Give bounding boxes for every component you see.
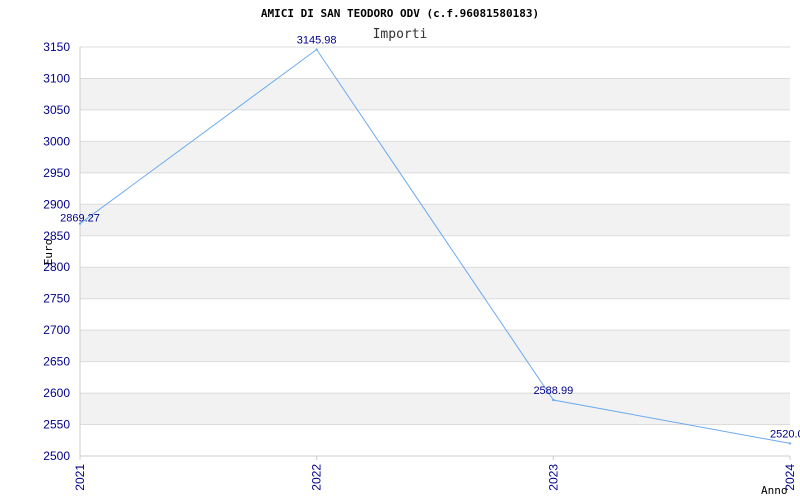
- data-label: 2869.27: [60, 213, 100, 225]
- y-tick-label: 3000: [43, 134, 70, 148]
- data-point: [552, 398, 555, 402]
- y-tick-label: 3100: [43, 71, 70, 85]
- data-point: [788, 442, 792, 445]
- grid-band: [80, 267, 790, 299]
- x-tick-label: 2023: [546, 464, 560, 491]
- x-tick-labels: 2021 2022 2023 2024: [73, 464, 797, 491]
- y-tick-label: 2750: [43, 292, 70, 306]
- data-point: [315, 48, 318, 51]
- line-chart: 2500255026002650270027502800285029002950…: [42, 7, 800, 497]
- x-tick-label: 2021: [73, 464, 87, 491]
- y-tick-label: 2650: [43, 355, 70, 369]
- grid-band: [80, 78, 790, 110]
- y-tick-label: 2900: [43, 197, 70, 211]
- y-tick-label: 2600: [43, 386, 70, 400]
- x-axis-label: Anno: [761, 484, 788, 497]
- x-tick-label: 2022: [310, 464, 324, 491]
- y-tick-label: 2700: [43, 323, 70, 337]
- y-axis-label: Euro: [42, 239, 55, 266]
- y-tick-label: 3150: [43, 40, 70, 54]
- grid-band: [80, 330, 790, 362]
- grid-band: [80, 393, 790, 425]
- grid-band: [80, 204, 790, 236]
- y-tick-label: 2950: [43, 166, 70, 180]
- y-tick-label: 2550: [43, 418, 70, 432]
- chart-title: AMICI DI SAN TEODORO ODV (c.f.9608158018…: [261, 7, 539, 20]
- y-tick-label: 3050: [43, 103, 70, 117]
- y-tick-label: 2500: [43, 449, 70, 463]
- grid-bands: [80, 78, 790, 425]
- chart-subtitle: Importi: [373, 27, 428, 42]
- grid-band: [80, 141, 790, 173]
- data-label: 2588.99: [533, 385, 573, 397]
- data-label: 2520.0: [770, 428, 800, 440]
- data-label: 3145.98: [297, 35, 337, 47]
